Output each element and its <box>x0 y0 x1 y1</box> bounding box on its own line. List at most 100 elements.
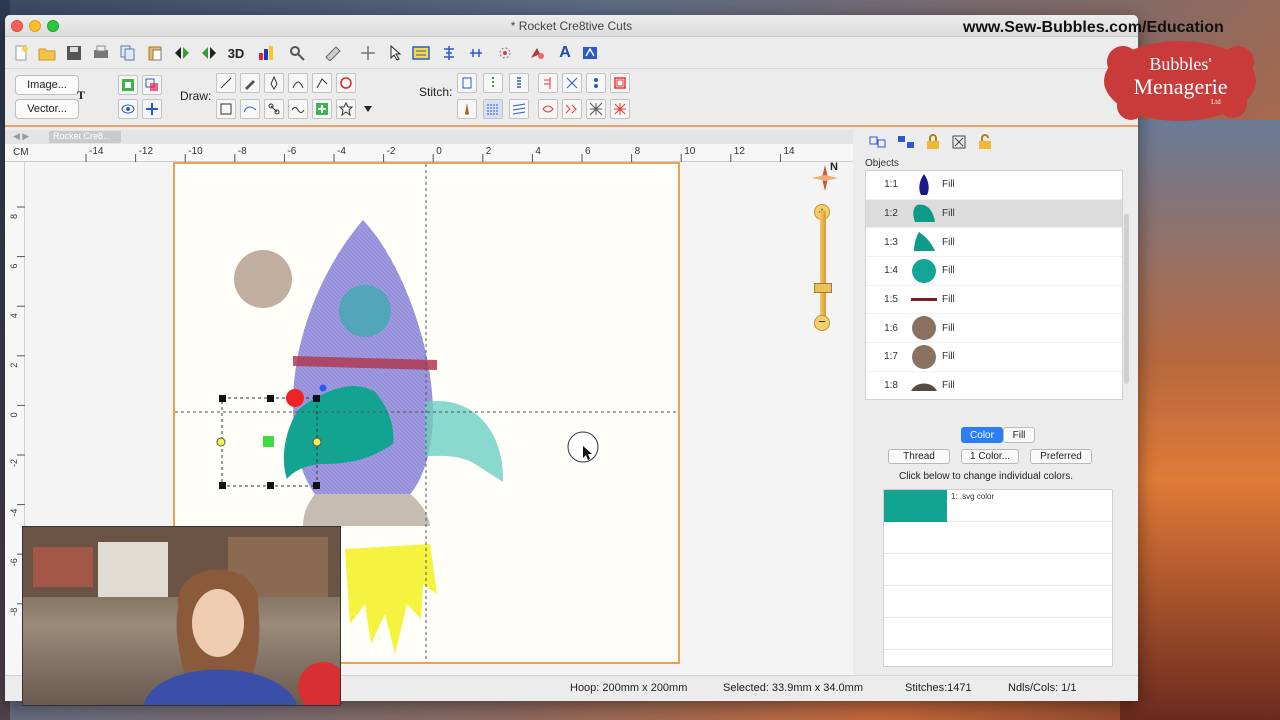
stitch-running-icon[interactable] <box>483 73 503 93</box>
resize-handle-b[interactable] <box>267 482 274 489</box>
open-icon[interactable] <box>37 43 57 63</box>
tab-rocket-design[interactable]: Rocket Cre8... <box>49 131 121 143</box>
object-row[interactable]: 1:4 Fill <box>866 257 1122 286</box>
stitch-outline-icon[interactable] <box>457 73 477 93</box>
shape-dropdown-icon[interactable] <box>358 99 378 119</box>
object-row[interactable]: 1:1 Fill <box>866 171 1122 200</box>
control-point-right[interactable] <box>312 437 322 447</box>
unlock-icon[interactable] <box>977 134 993 153</box>
lettering-icon[interactable] <box>580 43 600 63</box>
stitch-motif-icon[interactable] <box>538 99 558 119</box>
magnifier-icon[interactable] <box>287 43 307 63</box>
draw-circle-icon[interactable] <box>336 73 356 93</box>
add-shape-icon[interactable] <box>312 99 332 119</box>
stitch-border-icon[interactable] <box>610 73 630 93</box>
draw-freehand-icon[interactable] <box>264 73 284 93</box>
preferred-button[interactable]: Preferred <box>1030 449 1092 464</box>
delete-object-icon[interactable] <box>951 134 967 153</box>
stitch-branch-icon[interactable] <box>538 73 558 93</box>
lock-icon[interactable] <box>925 134 941 153</box>
color-list: 1: .svg color <box>883 489 1113 667</box>
grid-icon[interactable] <box>411 43 431 63</box>
zoom-slider-track[interactable] <box>820 210 826 322</box>
layers-icon[interactable] <box>142 75 162 95</box>
ruler-icon[interactable] <box>323 43 343 63</box>
stitch-bead-icon[interactable] <box>586 73 606 93</box>
objects-scrollbar[interactable] <box>1124 214 1129 384</box>
draw-curve-icon[interactable] <box>312 73 332 93</box>
star-shape-icon[interactable] <box>336 99 356 119</box>
tab-fill[interactable]: Fill <box>1003 427 1035 443</box>
center-handle[interactable] <box>263 436 274 447</box>
object-group-icon[interactable] <box>897 134 915 153</box>
resize-handle-tr[interactable] <box>313 395 320 402</box>
stitch-cross-icon[interactable] <box>562 73 582 93</box>
text-tool-icon[interactable]: T <box>71 85 91 105</box>
control-point-left[interactable] <box>216 437 226 447</box>
align-icon[interactable] <box>439 43 459 63</box>
distribute-icon[interactable] <box>466 43 486 63</box>
3d-view-icon[interactable]: 3D <box>226 43 246 63</box>
object-row[interactable]: 1:7 Fill <box>866 343 1122 372</box>
stitch-star-fill-icon[interactable] <box>610 99 630 119</box>
stitch-pattern-fill-icon[interactable] <box>509 99 529 119</box>
draw-arc-icon[interactable] <box>288 73 308 93</box>
stitch-cross-fill-icon[interactable] <box>586 99 606 119</box>
object-row[interactable]: 1:2 Fill <box>866 199 1122 229</box>
draw-node-icon[interactable] <box>264 99 284 119</box>
one-color-button[interactable]: 1 Color... <box>961 449 1019 464</box>
compass-icon[interactable]: N <box>810 161 840 193</box>
draw-pen-icon[interactable] <box>240 73 260 93</box>
save-icon[interactable] <box>64 43 84 63</box>
draw-bezier-icon[interactable] <box>240 99 260 119</box>
rocket-window[interactable] <box>339 285 391 337</box>
color-swatch[interactable] <box>884 490 947 522</box>
pointer-icon[interactable] <box>385 43 405 63</box>
object-arrange-icon[interactable] <box>869 134 887 153</box>
stitch-zigzag-icon[interactable] <box>562 99 582 119</box>
resize-handle-br[interactable] <box>313 482 320 489</box>
stitch-satin-icon[interactable] <box>509 73 529 93</box>
image-mode-icon[interactable] <box>118 75 138 95</box>
resize-handle-tl[interactable] <box>219 395 226 402</box>
thread-button[interactable]: Thread <box>888 449 950 464</box>
copy-icon[interactable] <box>118 43 138 63</box>
text-icon[interactable]: A <box>555 43 575 63</box>
rocket-flame[interactable] <box>345 544 437 654</box>
pivot-handle[interactable] <box>319 384 327 392</box>
rotation-handle[interactable] <box>286 389 304 407</box>
rocket-nozzle[interactable] <box>303 494 430 526</box>
zoom-out-button[interactable]: − <box>814 315 830 331</box>
tab-color[interactable]: Color <box>961 427 1003 443</box>
bar-chart-icon[interactable] <box>257 43 277 63</box>
node-edit-icon[interactable] <box>142 99 162 119</box>
resize-handle-t[interactable] <box>267 395 274 402</box>
view-eye-icon[interactable] <box>118 99 138 119</box>
object-row[interactable]: 1:6 Fill <box>866 314 1122 344</box>
object-row[interactable]: 1:8 Fill <box>866 372 1122 399</box>
draw-line-icon[interactable] <box>216 73 236 93</box>
tab-nav-arrows[interactable]: ◀ ▶ <box>13 131 29 142</box>
object-row[interactable]: 1:3 Fill <box>866 228 1122 258</box>
right-fin[interactable] <box>425 400 504 482</box>
stitch-needle-icon[interactable] <box>457 99 477 119</box>
image-button[interactable]: Image... <box>15 75 79 95</box>
color-row[interactable]: 1: .svg color <box>884 490 1112 522</box>
planet-small[interactable] <box>234 250 292 308</box>
draw-wave-icon[interactable] <box>288 99 308 119</box>
flip-horizontal-icon[interactable] <box>172 43 192 63</box>
new-icon[interactable] <box>11 43 31 63</box>
explode-icon[interactable] <box>495 43 515 63</box>
objects-list[interactable]: 1:1 Fill 1:2 Fill 1:3 Fill 1:4 Fill 1:5 Fill 1:6 Fi… <box>865 170 1123 400</box>
crosshair-icon[interactable] <box>358 43 378 63</box>
color-drop-icon[interactable] <box>527 43 547 63</box>
draw-rectangle-icon[interactable] <box>216 99 236 119</box>
object-row[interactable]: 1:5 Fill <box>866 286 1122 315</box>
zoom-slider-thumb[interactable] <box>814 283 832 293</box>
print-icon[interactable] <box>91 43 111 63</box>
stitch-fill-icon[interactable] <box>483 99 503 119</box>
vector-button[interactable]: Vector... <box>15 99 79 119</box>
paste-icon[interactable] <box>145 43 165 63</box>
flip-vertical-icon[interactable] <box>199 43 219 63</box>
resize-handle-bl[interactable] <box>219 482 226 489</box>
